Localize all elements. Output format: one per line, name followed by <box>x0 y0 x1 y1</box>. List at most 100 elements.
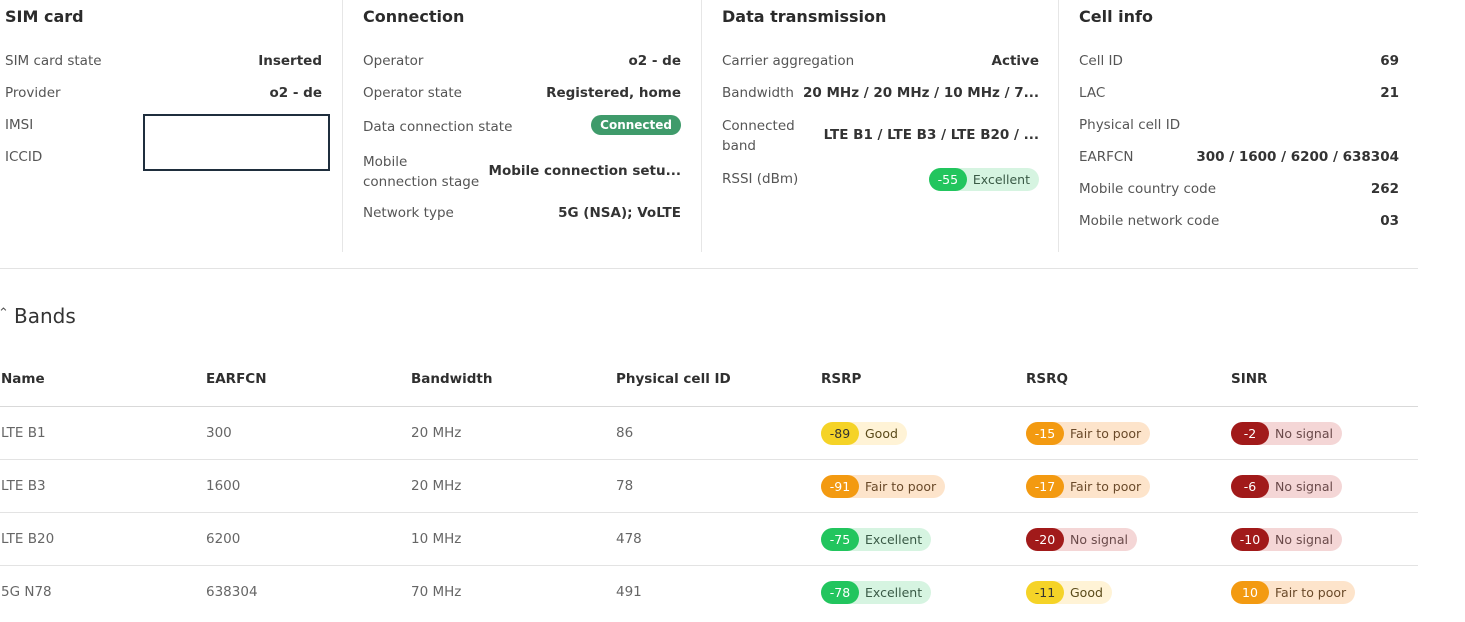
info-value: Active <box>991 53 1040 69</box>
sinr-cell: 10 Fair to poor <box>1230 566 1418 619</box>
signal-badge: -55 Excellent <box>928 168 1039 191</box>
signal-label: No signal <box>1275 425 1333 441</box>
info-label: Mobile country code <box>1079 181 1217 197</box>
band-earfcn: 638304 <box>206 584 258 600</box>
table-row: LTE B3 1600 20 MHz 78 -91 Fair to poor -1… <box>0 459 1418 513</box>
column-header[interactable]: SINR <box>1230 352 1418 407</box>
rsrq-cell: -20 No signal <box>1025 512 1230 566</box>
signal-badge: -15 Fair to poor <box>1026 421 1151 445</box>
info-label: LAC <box>1079 85 1106 101</box>
signal-value: -10 <box>1231 527 1269 551</box>
signal-label: Excellent <box>865 531 923 547</box>
info-value: o2 - de <box>628 53 682 69</box>
table-row: LTE B20 6200 10 MHz 478 -75 Excellent -20… <box>0 512 1418 566</box>
column-header[interactable]: Physical cell ID <box>615 352 820 407</box>
signal-value: -91 <box>821 474 859 498</box>
info-value: 21 <box>1380 85 1399 101</box>
info-value: 5G (NSA); VoLTE <box>558 205 681 221</box>
signal-value: -75 <box>821 527 859 551</box>
info-value: Mobile connection setu... <box>488 163 681 179</box>
signal-label: Fair to poor <box>1070 425 1142 441</box>
signal-label: Fair to poor <box>1070 478 1142 494</box>
signal-badge: -17 Fair to poor <box>1026 474 1151 498</box>
band-bandwidth: 20 MHz <box>410 459 615 513</box>
column-header[interactable]: RSRQ <box>1025 352 1230 407</box>
signal-value: -78 <box>821 580 859 604</box>
info-label: ICCID <box>5 149 43 165</box>
signal-badge: -78 Excellent <box>821 580 932 604</box>
band-earfcn: 6200 <box>205 512 410 566</box>
signal-badge: -20 No signal <box>1026 527 1137 551</box>
info-label: RSSI (dBm) <box>722 171 799 187</box>
info-label: Mobile network code <box>1079 213 1220 229</box>
signal-value: -55 <box>928 168 967 191</box>
connection-panel: Connection Operator o2 - de Operator sta… <box>342 0 701 252</box>
sinr-cell: -10 No signal <box>1230 512 1418 566</box>
panel-title: Cell info <box>1079 7 1153 26</box>
signal-badge: -6 No signal <box>1231 474 1342 498</box>
info-label: SIM card state <box>5 53 102 69</box>
info-label: Operator <box>363 53 424 69</box>
band-name: LTE B3 <box>0 459 205 513</box>
column-header[interactable]: EARFCN <box>205 352 410 407</box>
signal-value: -2 <box>1231 421 1269 445</box>
info-label-line: Mobile <box>363 154 408 170</box>
signal-label: No signal <box>1275 531 1333 547</box>
band-bandwidth: 10 MHz <box>410 512 615 566</box>
signal-label: No signal <box>1070 531 1128 547</box>
data-transmission-panel: Data transmission Carrier aggregation Ac… <box>701 0 1059 252</box>
band-bandwidth: 70 MHz <box>411 584 462 600</box>
info-value: 20 MHz / 20 MHz / 10 MHz / 7... <box>803 85 1039 101</box>
info-label-line: Connected <box>722 118 795 134</box>
table-row: 5G N78 638304 70 MHz 491 -78 Excellent -1… <box>0 566 1418 619</box>
info-label-line: connection stage <box>363 174 480 190</box>
band-earfcn: 300 <box>205 406 410 460</box>
info-label: EARFCN <box>1079 149 1134 165</box>
bands-section-title[interactable]: Bands <box>14 304 76 328</box>
info-label: Bandwidth <box>722 85 794 101</box>
info-label: Data connection state <box>363 119 513 135</box>
column-header[interactable]: Bandwidth <box>410 352 615 407</box>
signal-badge: -10 No signal <box>1231 527 1342 551</box>
sinr-cell: -2 No signal <box>1230 406 1418 460</box>
info-value: o2 - de <box>269 85 323 101</box>
signal-badge: -75 Excellent <box>821 527 932 551</box>
info-value: 69 <box>1380 53 1399 69</box>
band-name: 5G N78 <box>1 584 52 600</box>
info-label: Connected band <box>722 116 795 156</box>
signal-label: Good <box>865 425 898 441</box>
band-pci: 478 <box>615 512 820 566</box>
info-label-line: band <box>722 138 756 154</box>
signal-label: Fair to poor <box>865 478 937 494</box>
info-label: Operator state <box>363 85 462 101</box>
rsrp-cell: -78 Excellent <box>820 566 1025 619</box>
panel-title: SIM card <box>5 7 84 26</box>
rsrq-cell: -11 Good <box>1025 566 1230 619</box>
band-pci: 86 <box>615 406 820 460</box>
redaction-box <box>143 114 330 171</box>
table-header-row: Name EARFCN Bandwidth Physical cell ID R… <box>0 352 1418 407</box>
info-label: Physical cell ID <box>1079 117 1181 133</box>
column-header[interactable]: Name <box>0 352 205 407</box>
signal-value: -15 <box>1026 421 1064 445</box>
band-earfcn: 1600 <box>205 459 410 513</box>
sinr-cell: -6 No signal <box>1230 459 1418 513</box>
info-label: Carrier aggregation <box>722 53 855 69</box>
signal-value: -6 <box>1231 474 1269 498</box>
signal-label: Excellent <box>972 172 1030 187</box>
info-value: 300 / 1600 / 6200 / 638304 <box>1196 149 1399 165</box>
info-value: Inserted <box>258 53 322 69</box>
signal-badge: -2 No signal <box>1231 421 1342 445</box>
rssi-badge: -55 Excellent <box>928 168 1039 191</box>
signal-label: Fair to poor <box>1275 584 1347 600</box>
info-label: Mobile connection stage <box>363 152 479 192</box>
rsrp-cell: -89 Good <box>820 406 1025 460</box>
signal-value: -17 <box>1026 474 1064 498</box>
band-pci: 78 <box>615 459 820 513</box>
rsrq-cell: -17 Fair to poor <box>1025 459 1230 513</box>
collapse-caret-icon[interactable]: ⌃ <box>0 306 9 321</box>
rsrq-cell: -15 Fair to poor <box>1025 406 1230 460</box>
column-header[interactable]: RSRP <box>820 352 1025 407</box>
info-value: Registered, home <box>546 85 681 101</box>
panel-title: Connection <box>363 7 465 26</box>
